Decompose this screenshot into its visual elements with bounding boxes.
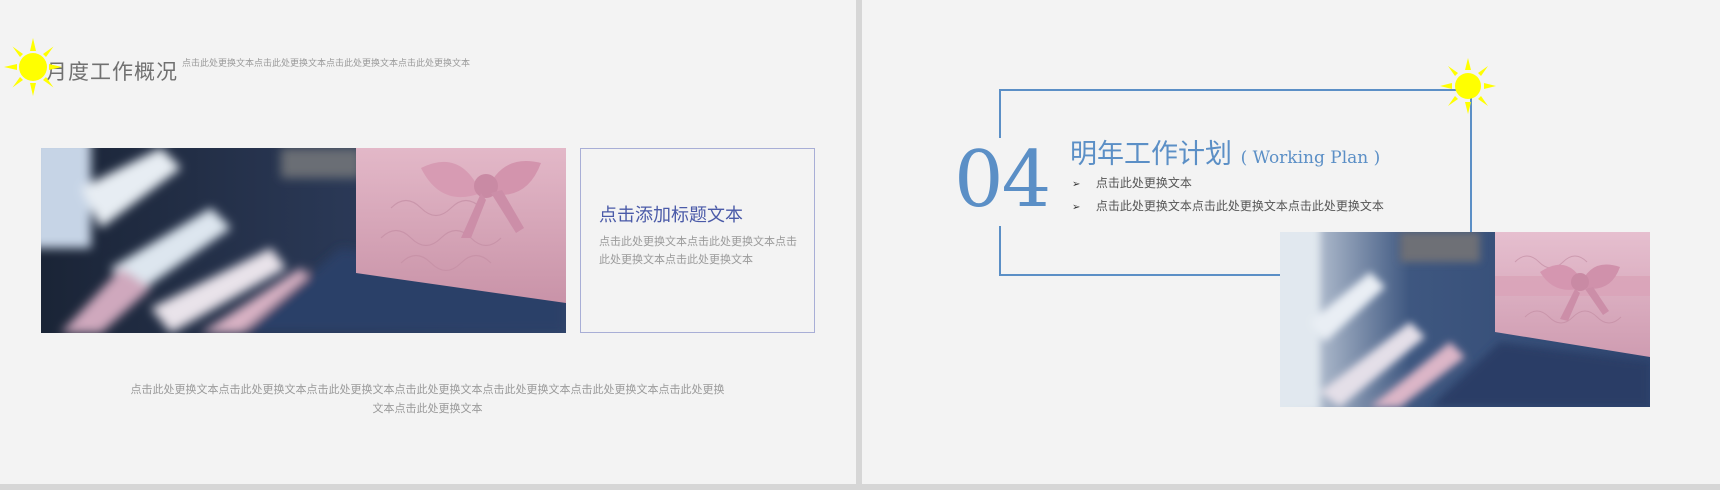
gift-envelope-photo <box>1280 232 1650 407</box>
bullet-text: 点击此处更换文本点击此处更换文本点击此处更换文本 <box>1095 199 1384 213</box>
presentation-stage: 月度工作概况 点击此处更换文本点击此处更换文本点击此处更换文本点击此处更换文本 <box>0 0 1720 490</box>
gift-envelope-photo <box>41 148 566 333</box>
bottom-text: 点击此处更换文本点击此处更换文本点击此处更换文本点击此处更换文本点击此处更换文本… <box>130 383 725 415</box>
slide-work-plan: 04 明年工作计划 ( Working Plan ) ➢ 点击此处更换文本 ➢ … <box>862 0 1720 484</box>
arrow-bullet-icon: ➢ <box>1072 179 1081 190</box>
list-item: ➢ 点击此处更换文本点击此处更换文本点击此处更换文本 <box>1072 195 1384 218</box>
section-title: 明年工作计划 ( Working Plan ) <box>1070 132 1380 171</box>
slide-subtitle: 点击此处更换文本点击此处更换文本点击此处更换文本点击此处更换文本 <box>182 59 471 69</box>
arrow-bullet-icon: ➢ <box>1072 202 1081 213</box>
plan-bullet-list: ➢ 点击此处更换文本 ➢ 点击此处更换文本点击此处更换文本点击此处更换文本 <box>1072 172 1384 218</box>
card-body: 点击此处更换文本点击此处更换文本点击此处更换文本点击此处更换文本 <box>599 235 797 266</box>
bullet-text: 点击此处更换文本 <box>1095 176 1192 190</box>
text-card: 点击添加标题文本 点击此处更换文本点击此处更换文本点击此处更换文本点击此处更换文… <box>580 148 815 333</box>
sun-icon <box>1440 58 1496 114</box>
slide-monthly-overview: 月度工作概况 点击此处更换文本点击此处更换文本点击此处更换文本点击此处更换文本 <box>0 0 856 484</box>
list-item: ➢ 点击此处更换文本 <box>1072 172 1384 195</box>
section-title-cn: 明年工作计划 <box>1070 139 1232 170</box>
sun-icon <box>4 38 62 96</box>
slide-title: 月度工作概况 <box>46 60 178 84</box>
card-title: 点击添加标题文本 <box>599 205 743 226</box>
section-number: 04 <box>954 135 1051 225</box>
section-title-en: ( Working Plan ) <box>1240 148 1381 168</box>
